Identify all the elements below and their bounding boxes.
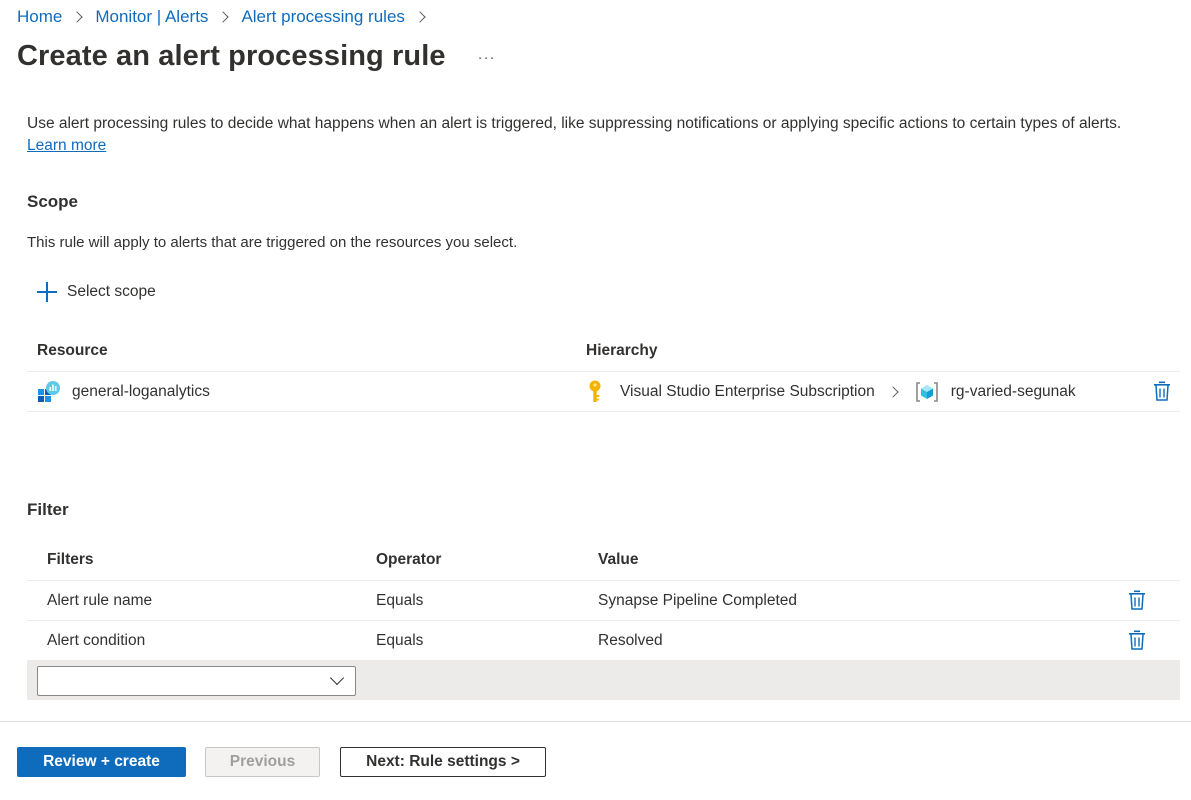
filter-table: Filters Operator Value Alert rule name E… <box>27 539 1180 661</box>
delete-filter-button[interactable] <box>1128 590 1146 610</box>
delete-scope-button[interactable] <box>1153 381 1171 401</box>
breadcrumb-home[interactable]: Home <box>17 7 62 27</box>
next-rule-settings-button[interactable]: Next: Rule settings > <box>340 747 546 777</box>
column-header-filters: Filters <box>47 550 94 568</box>
column-header-operator: Operator <box>376 550 442 568</box>
scope-table: Resource Hierarchy general-loganalytics <box>27 330 1180 412</box>
filter-title: Filter <box>27 500 69 519</box>
chevron-right-icon <box>414 11 426 23</box>
table-row: Alert condition Equals Resolved <box>27 621 1180 661</box>
breadcrumb-alert-processing-rules[interactable]: Alert processing rules <box>241 7 404 27</box>
breadcrumb: Home Monitor | Alerts Alert processing r… <box>17 7 438 27</box>
chevron-right-icon <box>217 11 230 23</box>
filter-name: Alert rule name <box>47 591 153 609</box>
column-header-resource: Resource <box>37 341 108 359</box>
table-row: Alert rule name Equals Synapse Pipeline … <box>27 581 1180 621</box>
previous-button[interactable]: Previous <box>205 747 320 777</box>
footer-divider <box>0 721 1191 722</box>
resource-group-name: rg-varied-segunak <box>950 382 1076 400</box>
subscription-name: Visual Studio Enterprise Subscription <box>620 382 875 400</box>
filter-operator: Equals <box>376 631 424 649</box>
filter-operator: Equals <box>376 591 424 609</box>
chevron-right-icon <box>71 11 84 23</box>
column-header-hierarchy: Hierarchy <box>586 341 658 359</box>
page-description: Use alert processing rules to decide wha… <box>27 113 1121 157</box>
filter-name: Alert condition <box>47 631 146 649</box>
resource-group-icon <box>915 381 938 402</box>
resource-name: general-loganalytics <box>72 382 210 400</box>
filter-type-dropdown[interactable] <box>37 666 356 696</box>
filter-value: Synapse Pipeline Completed <box>598 591 798 609</box>
chevron-down-icon <box>329 670 345 686</box>
select-scope-button[interactable]: Select scope <box>37 282 156 302</box>
title-row: Create an alert processing rule ··· <box>17 40 496 73</box>
scope-table-header: Resource Hierarchy <box>27 330 1180 372</box>
table-row: general-loganalytics Visual Studio Enter… <box>27 372 1180 412</box>
learn-more-link[interactable]: Learn more <box>27 137 106 154</box>
filter-table-header: Filters Operator Value <box>27 539 1180 581</box>
new-filter-row <box>27 661 1180 700</box>
scope-title: Scope <box>27 192 79 211</box>
page-title: Create an alert processing rule <box>17 40 446 72</box>
more-options-button[interactable]: ··· <box>478 49 496 66</box>
column-header-value: Value <box>598 550 639 568</box>
breadcrumb-monitor-alerts[interactable]: Monitor | Alerts <box>95 7 208 27</box>
scope-subtitle: This rule will apply to alerts that are … <box>27 234 518 251</box>
filter-value: Resolved <box>598 631 663 649</box>
log-analytics-icon <box>38 380 60 402</box>
plus-icon <box>37 282 57 302</box>
delete-filter-button[interactable] <box>1128 630 1146 650</box>
chevron-right-icon <box>887 385 899 398</box>
description-text: Use alert processing rules to decide wha… <box>27 115 1122 132</box>
review-create-button[interactable]: Review + create <box>17 747 186 777</box>
key-icon <box>589 380 601 402</box>
select-scope-label: Select scope <box>67 283 156 300</box>
